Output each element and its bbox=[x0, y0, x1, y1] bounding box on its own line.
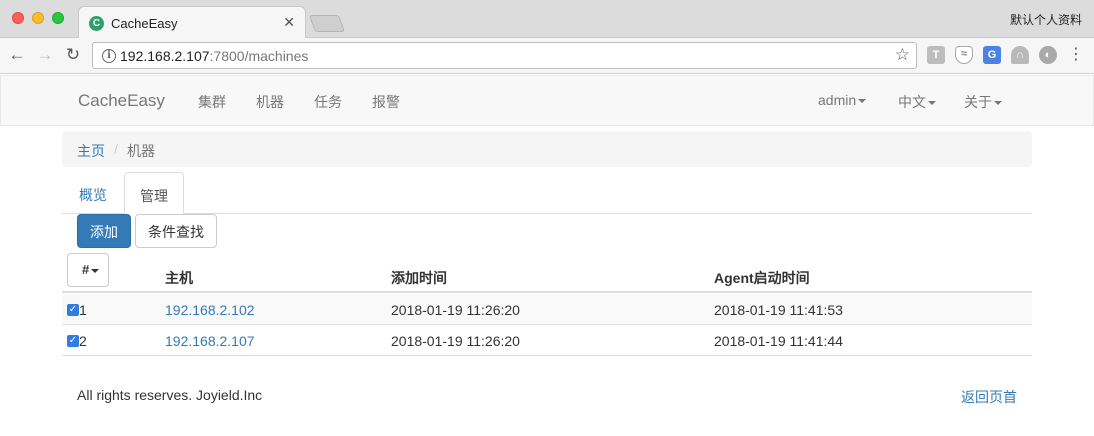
header-host[interactable]: 主机 bbox=[165, 268, 193, 288]
about-dropdown[interactable]: 关于 bbox=[964, 92, 1002, 112]
caret-down-icon bbox=[928, 101, 936, 106]
maximize-window-button[interactable] bbox=[52, 12, 64, 24]
conditional-search-button[interactable]: 条件查找 bbox=[135, 214, 217, 248]
add-button[interactable]: 添加 bbox=[77, 214, 131, 248]
brand-link[interactable]: CacheEasy bbox=[78, 91, 165, 111]
url-host: 192.168.2.107 bbox=[120, 48, 210, 64]
tab-manage[interactable]: 管理 bbox=[124, 172, 184, 215]
browser-tab[interactable]: C CacheEasy ✕ bbox=[78, 6, 306, 39]
breadcrumb-current: 机器 bbox=[127, 143, 155, 159]
browser-toolbar: ← → ↻ i 192.168.2.107:7800/machines ☆ T … bbox=[0, 38, 1094, 74]
menu-icon[interactable]: ⋮ bbox=[1068, 45, 1084, 65]
forward-icon[interactable]: → bbox=[34, 44, 56, 66]
column-toggle-label: # bbox=[82, 262, 90, 277]
row-index: 1 bbox=[79, 302, 87, 318]
row-checkbox[interactable]: ✓ bbox=[67, 335, 79, 347]
table-row[interactable]: ✓ 1 192.168.2.102 2018-01-19 11:26:20 20… bbox=[62, 294, 1032, 325]
caret-down-icon bbox=[91, 268, 100, 273]
globe-extension-icon[interactable]: ◐ bbox=[1039, 46, 1057, 64]
breadcrumb: 主页 / 机器 bbox=[62, 131, 1032, 167]
arc-extension-icon[interactable]: ∩ bbox=[1011, 46, 1029, 64]
back-icon[interactable]: ← bbox=[6, 44, 28, 66]
user-dropdown[interactable]: admin bbox=[818, 92, 867, 108]
close-window-button[interactable] bbox=[12, 12, 24, 24]
header-added-time[interactable]: 添加时间 bbox=[391, 268, 447, 288]
column-toggle-button[interactable]: # bbox=[67, 253, 109, 287]
user-dropdown-label: admin bbox=[818, 92, 857, 108]
agent-start-time: 2018-01-19 11:41:44 bbox=[714, 333, 843, 349]
nav-item-alerts[interactable]: 报警 bbox=[372, 92, 400, 112]
caret-down-icon bbox=[858, 99, 867, 104]
breadcrumb-home[interactable]: 主页 bbox=[77, 141, 105, 161]
nav-item-tasks[interactable]: 任务 bbox=[314, 92, 342, 112]
browser-profile-name[interactable]: 默认个人资料 bbox=[1010, 11, 1082, 28]
row-index: 2 bbox=[79, 333, 87, 349]
browser-tab-title: CacheEasy bbox=[111, 16, 178, 31]
host-link[interactable]: 192.168.2.102 bbox=[165, 302, 255, 318]
added-time: 2018-01-19 11:26:20 bbox=[391, 333, 520, 349]
table-header-row: # 主机 添加时间 Agent启动时间 bbox=[62, 253, 1032, 293]
row-checkbox[interactable]: ✓ bbox=[67, 304, 79, 316]
table-row[interactable]: ✓ 2 192.168.2.107 2018-01-19 11:26:20 20… bbox=[62, 325, 1032, 356]
breadcrumb-separator: / bbox=[114, 141, 118, 157]
reload-icon[interactable]: ↻ bbox=[62, 44, 84, 66]
new-tab-button[interactable] bbox=[308, 15, 346, 32]
about-dropdown-label: 关于 bbox=[964, 94, 992, 110]
url-text[interactable]: 192.168.2.107:7800/machines bbox=[120, 48, 308, 64]
language-dropdown-label: 中文 bbox=[898, 94, 926, 110]
url-path: :7800/machines bbox=[209, 48, 309, 64]
star-icon[interactable]: ☆ bbox=[895, 45, 910, 65]
header-agent-start-time[interactable]: Agent启动时间 bbox=[714, 268, 810, 288]
language-dropdown[interactable]: 中文 bbox=[898, 92, 936, 112]
shield-extension-icon[interactable]: ≈ bbox=[955, 46, 973, 64]
content-tabs: 概览 管理 bbox=[62, 172, 1032, 215]
minimize-window-button[interactable] bbox=[32, 12, 44, 24]
nav-item-machines[interactable]: 机器 bbox=[256, 92, 284, 112]
nav-item-cluster[interactable]: 集群 bbox=[198, 92, 226, 112]
t-extension-icon[interactable]: T bbox=[927, 46, 945, 64]
app-navbar: CacheEasy 集群 机器 任务 报警 admin 中文 关于 bbox=[0, 75, 1094, 126]
translate-extension-icon[interactable]: G bbox=[983, 46, 1001, 64]
host-link[interactable]: 192.168.2.107 bbox=[165, 333, 255, 349]
agent-start-time: 2018-01-19 11:41:53 bbox=[714, 302, 843, 318]
cacheeasy-favicon-icon: C bbox=[89, 16, 104, 31]
tab-close-icon[interactable]: ✕ bbox=[283, 14, 295, 31]
footer-copyright: All rights reserves. Joyield.Inc bbox=[77, 387, 263, 403]
caret-down-icon bbox=[994, 101, 1002, 106]
back-to-top-link[interactable]: 返回页首 bbox=[961, 387, 1017, 407]
added-time: 2018-01-19 11:26:20 bbox=[391, 302, 520, 318]
info-icon[interactable]: i bbox=[102, 49, 116, 63]
address-bar[interactable]: i 192.168.2.107:7800/machines ☆ bbox=[92, 42, 917, 69]
tab-overview[interactable]: 概览 bbox=[64, 172, 122, 214]
browser-tab-strip: C CacheEasy ✕ 默认个人资料 bbox=[0, 0, 1094, 39]
